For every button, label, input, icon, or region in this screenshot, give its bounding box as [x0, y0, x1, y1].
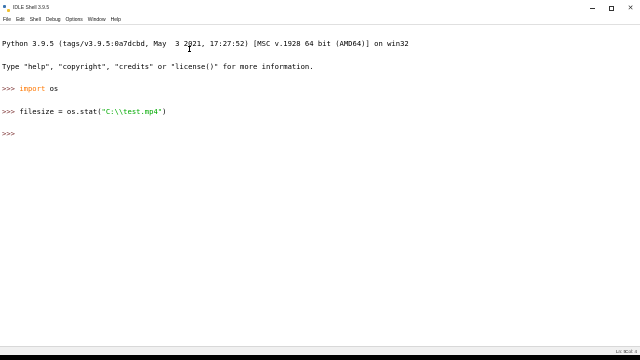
- shell-text-area[interactable]: Python 3.9.5 (tags/v3.9.5:0a7dcbd, May 3…: [0, 24, 640, 346]
- menu-edit[interactable]: Edit: [14, 17, 27, 23]
- menu-file[interactable]: File: [1, 17, 13, 23]
- maximize-button[interactable]: [602, 0, 621, 16]
- menu-bar: File Edit Shell Debug Options Window Hel…: [0, 16, 640, 24]
- status-column-number: Col: 4: [625, 349, 637, 354]
- menu-help[interactable]: Help: [109, 17, 123, 23]
- string-literal: "C:\\test.mp4": [101, 106, 163, 116]
- banner-line-2: Type "help", "copyright", "credits" or "…: [2, 61, 314, 71]
- menu-options[interactable]: Options: [64, 17, 85, 23]
- shell-prompt: >>>: [2, 84, 20, 93]
- code-after-string: ): [162, 106, 167, 116]
- import-module: os: [45, 84, 59, 93]
- shell-prompt: >>>: [2, 106, 20, 116]
- shell-prompt: >>>: [2, 129, 15, 138]
- keyword-import: import: [19, 84, 46, 93]
- menu-debug[interactable]: Debug: [44, 17, 63, 23]
- maximize-icon: [609, 5, 614, 11]
- status-bar: Ln: 5 Col: 4: [0, 346, 640, 355]
- minimize-icon: [590, 7, 595, 9]
- title-bar[interactable]: IDLE Shell 3.9.5 ✕: [0, 0, 640, 16]
- menu-shell[interactable]: Shell: [28, 17, 43, 23]
- input-line-import: >>> import os: [2, 85, 640, 93]
- input-line-filesize: >>> filesize = os.stat("C:\\test.mp4"): [2, 106, 640, 116]
- menu-window[interactable]: Window: [86, 17, 108, 23]
- banner-line-1: Python 3.9.5 (tags/v3.9.5:0a7dcbd, May 3…: [2, 39, 409, 48]
- window-title: IDLE Shell 3.9.5: [13, 5, 50, 11]
- close-button[interactable]: ✕: [621, 0, 640, 16]
- minimize-button[interactable]: [583, 0, 602, 16]
- window-controls: ✕: [583, 0, 640, 16]
- python-logo-icon: [3, 4, 10, 12]
- idle-shell-window: IDLE Shell 3.9.5 ✕ File Edit Shell Debug…: [0, 0, 640, 355]
- close-icon: ✕: [627, 4, 634, 12]
- text-cursor-icon: [188, 46, 191, 52]
- code-before-string: filesize = os.stat(: [19, 106, 102, 116]
- input-line-current[interactable]: >>>: [2, 130, 640, 138]
